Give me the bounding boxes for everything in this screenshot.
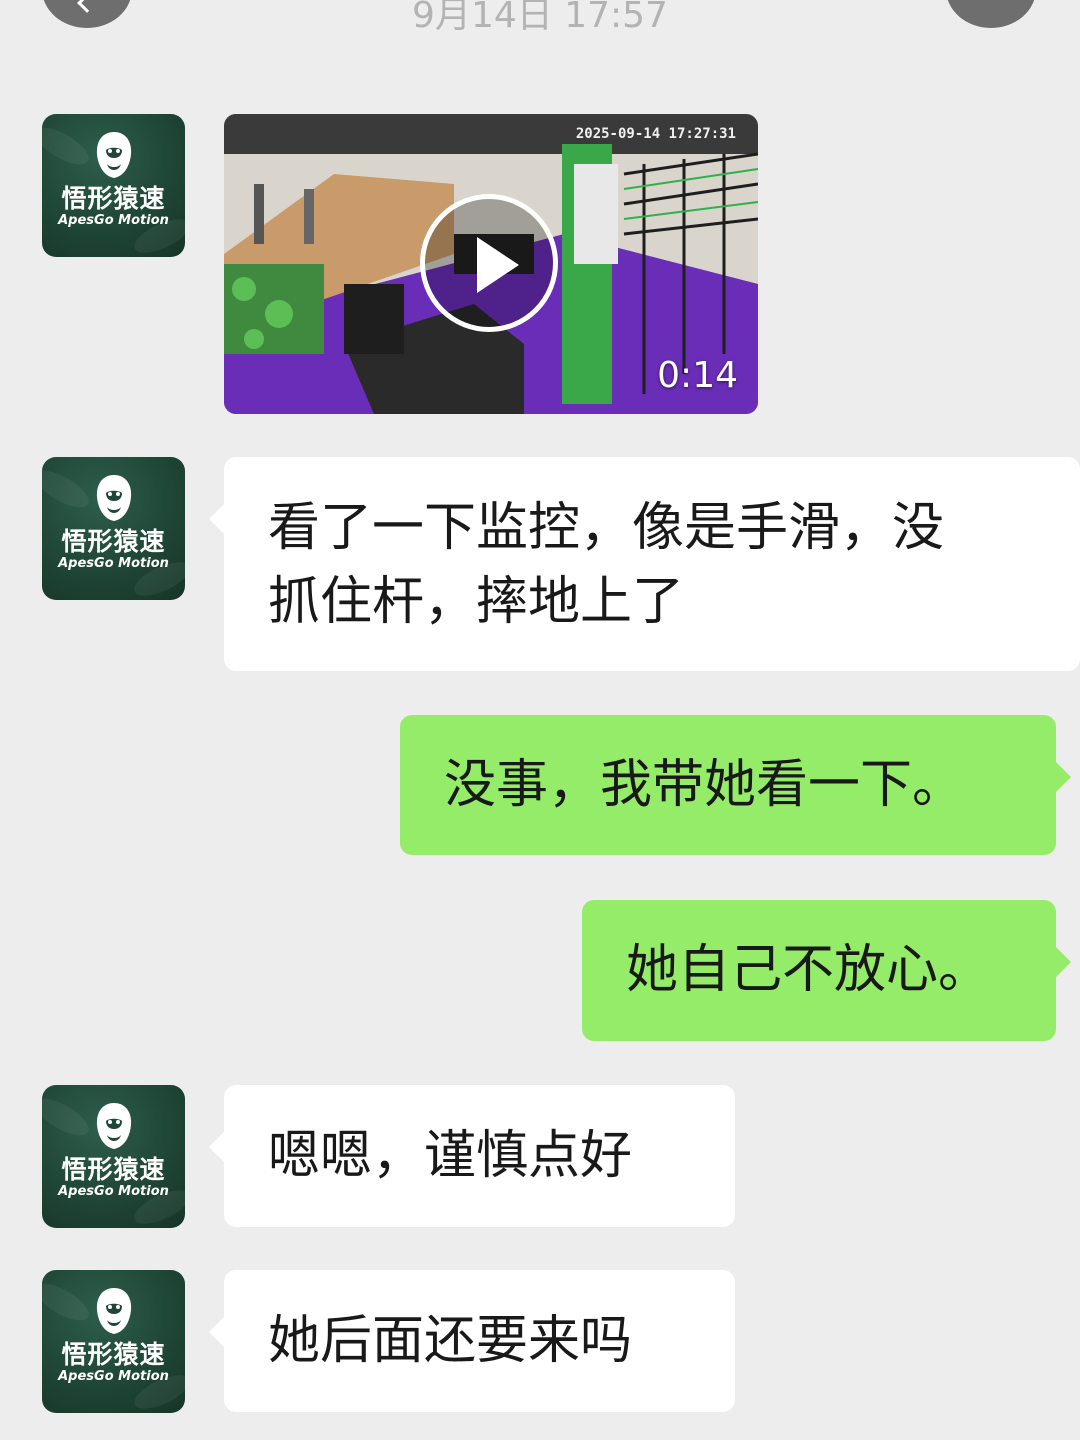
message-timestamp: 9月14日 17:57	[412, 0, 668, 36]
gorilla-logo-icon	[96, 132, 132, 178]
contact-avatar[interactable]: 悟形猿速 ApesGo Motion	[42, 1085, 185, 1228]
play-icon	[477, 237, 519, 293]
gorilla-logo-icon	[96, 475, 132, 521]
camera-timestamp: 2025-09-14 17:27:31	[575, 126, 736, 142]
brand-name-cn: 悟形猿速	[61, 1340, 166, 1369]
video-message[interactable]: 2025-09-14 17:27:31 0:14	[224, 114, 758, 414]
video-duration: 0:14	[657, 355, 738, 396]
brand-name-en: ApesGo Motion	[58, 1184, 169, 1199]
gorilla-logo-icon	[96, 1103, 132, 1149]
contact-avatar[interactable]: 悟形猿速 ApesGo Motion	[42, 114, 185, 257]
brand-name-en: ApesGo Motion	[58, 213, 169, 228]
contact-avatar[interactable]: 悟形猿速 ApesGo Motion	[42, 1270, 185, 1413]
message-bubble-outgoing[interactable]: 没事，我带她看一下。	[400, 715, 1071, 855]
message-text: 她后面还要来吗	[268, 1311, 633, 1371]
brand-name-cn: 悟形猿速	[61, 527, 166, 556]
message-bubble-incoming[interactable]: 看了一下监控，像是手滑，没 抓住杆，摔地上了	[209, 457, 1080, 671]
brand-name-cn: 悟形猿速	[61, 184, 166, 213]
message-text-line: 看了一下监控，像是手滑，没	[268, 498, 945, 558]
message-bubble-incoming[interactable]: 嗯嗯，谨慎点好	[209, 1085, 735, 1227]
brand-name-en: ApesGo Motion	[58, 556, 169, 571]
message-bubble-incoming[interactable]: 她后面还要来吗	[209, 1270, 735, 1412]
message-text: 她自己不放心。	[626, 940, 991, 1000]
play-button[interactable]	[420, 194, 558, 332]
contact-avatar[interactable]: 悟形猿速 ApesGo Motion	[42, 457, 185, 600]
message-bubble-outgoing[interactable]: 她自己不放心。	[582, 900, 1071, 1041]
gorilla-logo-icon	[96, 1288, 132, 1334]
brand-name-cn: 悟形猿速	[61, 1155, 166, 1184]
message-text-line: 抓住杆，摔地上了	[268, 572, 685, 632]
message-text: 嗯嗯，谨慎点好	[268, 1126, 633, 1186]
brand-name-en: ApesGo Motion	[58, 1369, 169, 1384]
message-text: 没事，我带她看一下。	[444, 755, 965, 815]
